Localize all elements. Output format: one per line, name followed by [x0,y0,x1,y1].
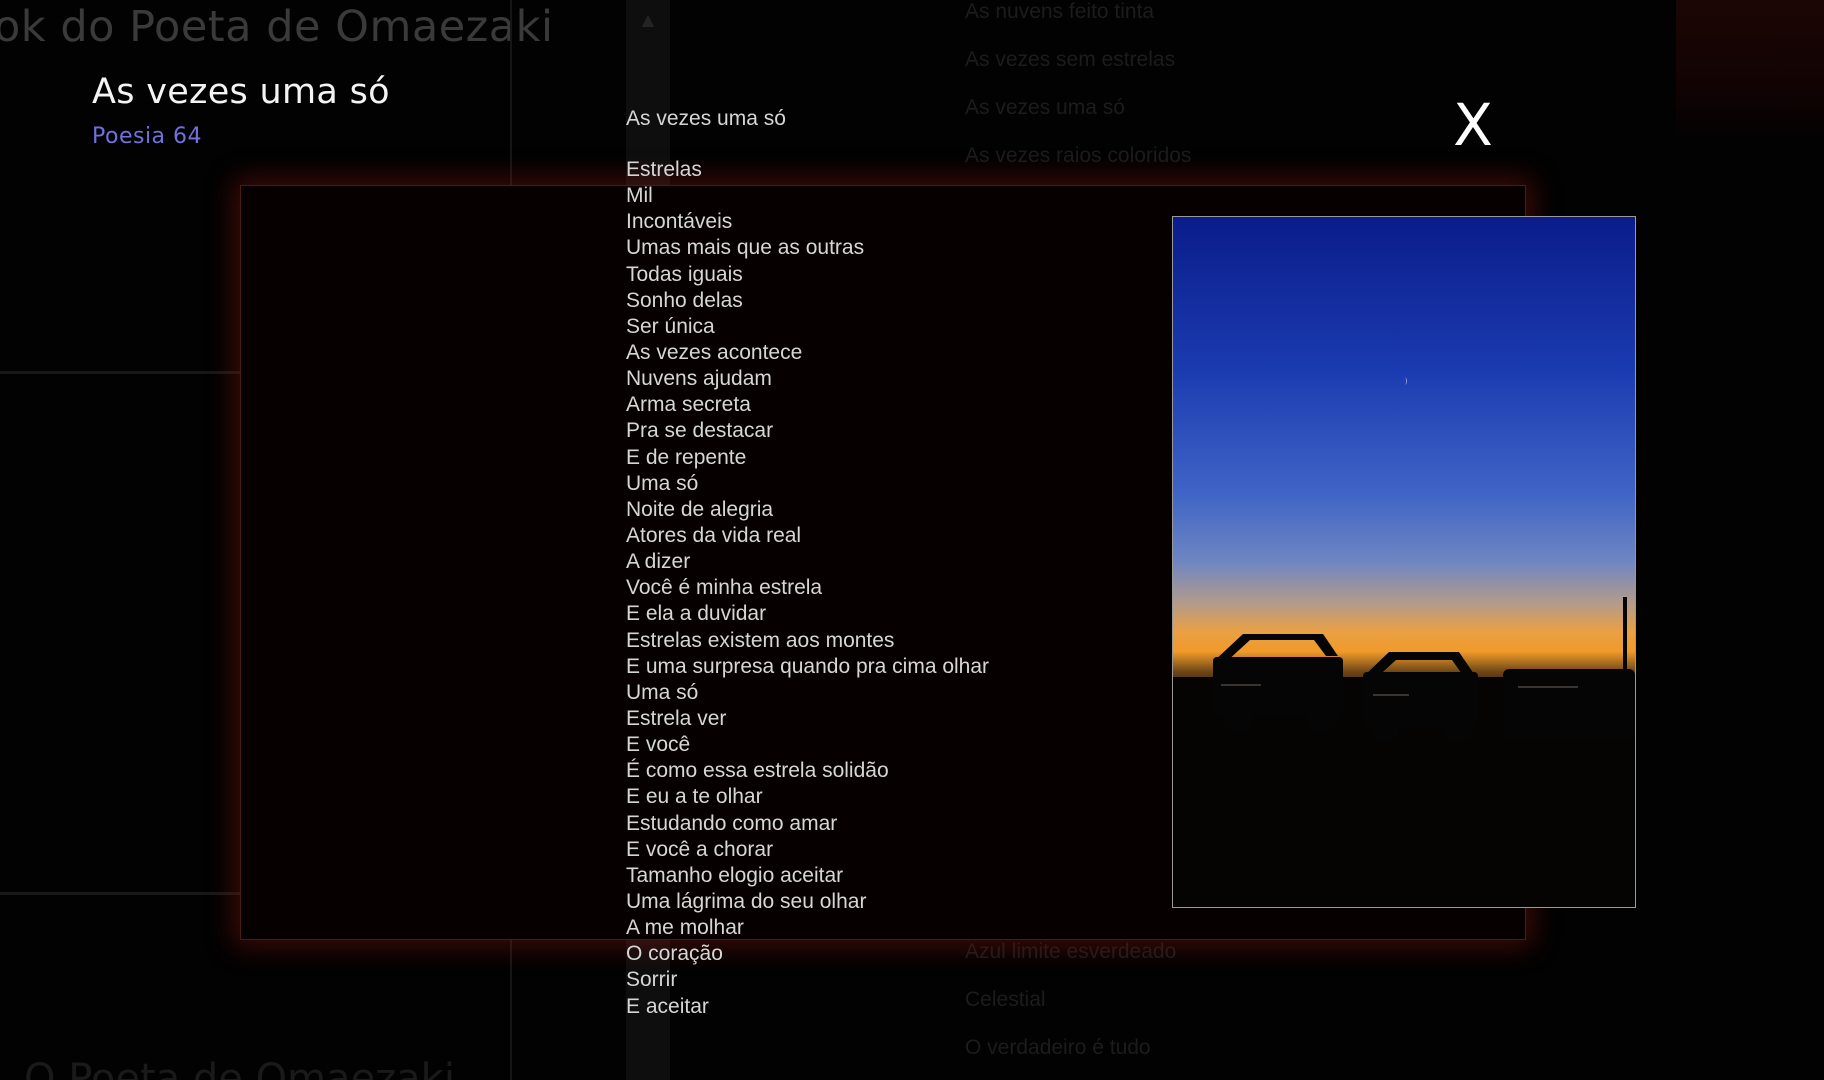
scroll-up-icon[interactable]: ▲ [626,10,670,29]
poem-line: Incontáveis [626,210,733,234]
poem-line: A dizer [626,550,691,574]
poem-line: E uma surpresa quando pra cima olhar [626,654,990,678]
background-bottom-title: O Poeta de Omaezaki [24,1056,455,1080]
poem-line: Uma só [626,471,699,495]
poem-line: Arma secreta [626,393,751,417]
poem-line: Sorrir [626,968,678,992]
poem-line: Sonho delas [626,288,743,312]
poem-line: E você [626,733,691,757]
poem-line: Pra se destacar [626,419,774,443]
poem-line: Uma lágrima do seu olhar [626,889,867,913]
poem-line: Ser única [626,314,715,338]
poem-line: As vezes acontece [626,340,803,364]
background-red-banner [1676,0,1824,140]
background-list-item[interactable]: As vezes uma só [965,96,1191,144]
poem-line: A me molhar [626,916,744,940]
background-poem-list-bottom: Azul limite esverdeado Celestial O verdade… [965,940,1176,1080]
poem-line: O coração [626,942,723,966]
poem-line: Tamanho elogio aceitar [626,863,844,887]
background-list-item[interactable]: Azul limite esverdeado [965,940,1176,988]
poem-line: Estrela ver [626,706,727,730]
poem-title: As vezes uma só [92,72,390,112]
poem-line: Mil [626,184,653,208]
background-list-item[interactable]: Celestial [965,988,1176,1036]
background-list-item[interactable]: O verdadeiro é tudo [965,1036,1176,1080]
poem-line: E eu a te olhar [626,785,763,809]
poem-line: Uma só [626,680,699,704]
background-poem-list-top: As nuvens feito tinta As vezes sem estrel… [965,0,1191,192]
poem-heading: As vezes uma só [626,107,786,130]
background-list-item[interactable]: As vezes sem estrelas [965,48,1191,96]
stage: ok do Poeta de Omaezaki ▲ As nuvens feit… [0,0,1824,1080]
twilight-sky-photo [1172,216,1636,908]
poem-line: É como essa estrela solidão [626,759,889,783]
poem-line: E aceitar [626,994,709,1018]
poem-line: Estrelas existem aos montes [626,628,895,652]
poem-line: Nuvens ajudam [626,367,772,391]
background-divider-horizontal [0,892,240,895]
close-button[interactable]: X [1448,90,1498,160]
poem-line: Umas mais que as outras [626,236,865,260]
background-divider-horizontal [0,371,240,374]
poem-line: Atores da vida real [626,523,802,547]
poem-body: As vezes uma só Estrelas Mil Incontáveis Um… [626,106,989,1020]
poem-line: E ela a duvidar [626,602,767,626]
poem-line: Você é minha estrela [626,576,823,600]
poem-line: Estudando como amar [626,811,838,835]
poem-line: E de repente [626,445,747,469]
poem-line: Todas iguais [626,262,743,286]
poem-line: E você a chorar [626,837,774,861]
poem-number: Poesia 64 [92,124,203,149]
poem-lines: Estrelas Mil Incontáveis Umas mais que as o… [626,157,989,1020]
background-site-title: ok do Poeta de Omaezaki [0,2,554,52]
background-list-item[interactable]: As nuvens feito tinta [965,0,1191,48]
poem-line: Estrelas [626,158,702,181]
poem-line: Noite de alegria [626,497,774,521]
